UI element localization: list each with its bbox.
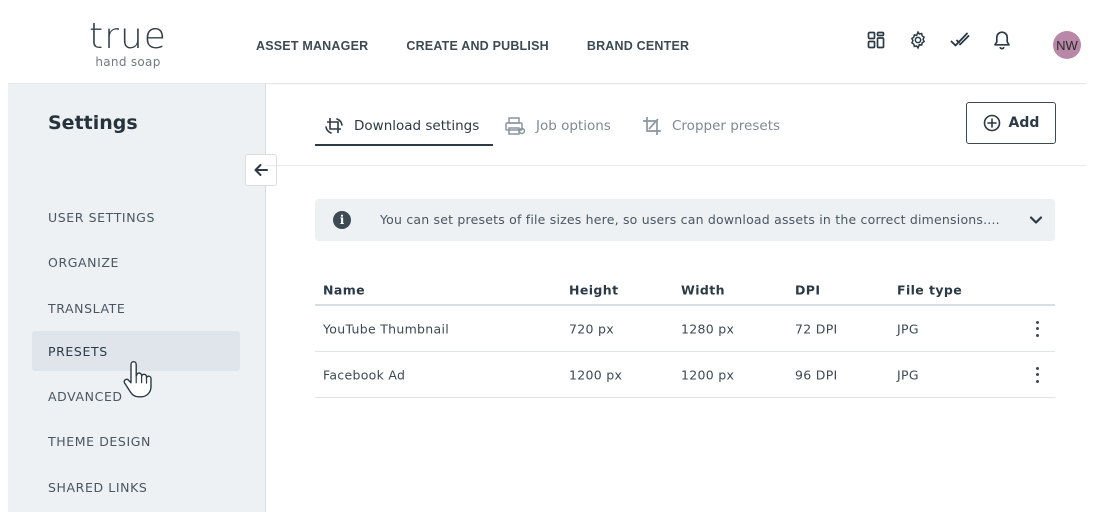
tab-cropper-presets[interactable]: Cropper presets: [642, 116, 780, 136]
sidebar-item-presets[interactable]: PRESETS: [32, 331, 240, 371]
add-button[interactable]: Add: [966, 102, 1056, 144]
brand-logo[interactable]: true hand soap: [80, 16, 176, 70]
cell-file-type: JPG: [897, 321, 919, 336]
double-check-icon[interactable]: [950, 30, 970, 50]
cell-width: 1200 px: [681, 367, 735, 382]
info-icon: i: [333, 211, 351, 229]
settings-sidebar: Settings USER SETTINGS ORGANIZE TRANSLAT…: [8, 84, 266, 512]
sidebar-item-label: THEME DESIGN: [48, 433, 151, 449]
sidebar-item-theme-design[interactable]: THEME DESIGN: [32, 421, 240, 461]
column-header-width[interactable]: Width: [681, 283, 725, 298]
apps-grid-icon[interactable]: [866, 30, 886, 50]
printer-settings-icon: [505, 117, 526, 135]
nav-brand-center[interactable]: BRAND CENTER: [587, 39, 689, 53]
crop-icon: [643, 117, 661, 135]
sidebar-item-label: USER SETTINGS: [48, 209, 155, 225]
table-header: Name Height Width DPI File type: [315, 270, 1055, 306]
bell-icon[interactable]: [992, 30, 1012, 50]
cell-name: Facebook Ad: [323, 367, 406, 382]
tab-label: Download settings: [354, 118, 480, 134]
cell-height: 720 px: [569, 321, 614, 336]
sidebar-title: Settings: [48, 112, 138, 134]
cell-dpi: 72 DPI: [795, 321, 838, 336]
expand-info-button[interactable]: [1029, 212, 1043, 231]
top-icon-group: [866, 30, 1012, 50]
chevron-down-icon: [1029, 216, 1043, 224]
column-header-height[interactable]: Height: [569, 283, 618, 298]
sidebar-item-label: ADVANCED: [48, 388, 123, 404]
top-navigation: ASSET MANAGER CREATE AND PUBLISH BRAND C…: [256, 39, 689, 53]
presets-table: Name Height Width DPI File type YouTube …: [315, 270, 1055, 398]
top-bar: true hand soap ASSET MANAGER CREATE AND …: [8, 8, 1086, 84]
tab-label: Cropper presets: [672, 118, 781, 134]
sidebar-item-user-settings[interactable]: USER SETTINGS: [32, 197, 240, 237]
info-banner: i You can set presets of file sizes here…: [315, 199, 1055, 241]
user-avatar[interactable]: NW: [1053, 31, 1081, 59]
settings-tab-bar: Download settings Job options Cropper pr…: [266, 84, 1086, 166]
add-button-label: Add: [1008, 115, 1040, 131]
sidebar-item-advanced[interactable]: ADVANCED: [32, 376, 240, 416]
column-header-name[interactable]: Name: [323, 283, 365, 298]
sidebar-item-translate[interactable]: TRANSLATE: [32, 288, 240, 328]
cell-file-type: JPG: [897, 367, 919, 382]
active-tab-indicator: [315, 144, 493, 146]
tab-download-settings[interactable]: Download settings: [324, 116, 479, 136]
table-row[interactable]: YouTube Thumbnail 720 px 1280 px 72 DPI …: [315, 306, 1055, 352]
column-header-dpi[interactable]: DPI: [795, 283, 820, 298]
nav-asset-manager[interactable]: ASSET MANAGER: [256, 39, 368, 53]
tab-job-options[interactable]: Job options: [504, 116, 611, 136]
sidebar-item-label: PRESETS: [48, 343, 108, 359]
nav-create-and-publish[interactable]: CREATE AND PUBLISH: [406, 39, 549, 53]
tab-label: Job options: [536, 118, 611, 134]
cell-name: YouTube Thumbnail: [323, 321, 450, 336]
sidebar-item-label: ORGANIZE: [48, 254, 120, 270]
sidebar-item-organize[interactable]: ORGANIZE: [32, 242, 240, 282]
logo-wordmark: true: [89, 16, 167, 57]
row-menu-icon[interactable]: [1031, 319, 1043, 339]
logo-subtitle: hand soap: [95, 55, 161, 69]
table-row[interactable]: Facebook Ad 1200 px 1200 px 96 DPI JPG: [315, 352, 1055, 398]
sidebar-item-shared-links[interactable]: SHARED LINKS: [32, 467, 240, 507]
cell-height: 1200 px: [569, 367, 623, 382]
cell-width: 1280 px: [681, 321, 735, 336]
info-text: You can set presets of file sizes here, …: [380, 212, 1000, 227]
sidebar-item-label: SHARED LINKS: [48, 479, 148, 495]
cell-dpi: 96 DPI: [795, 367, 838, 382]
gear-icon[interactable]: [908, 30, 928, 50]
sidebar-item-label: TRANSLATE: [48, 300, 126, 316]
column-header-file-type[interactable]: File type: [897, 283, 962, 298]
crop-rotate-icon: [325, 118, 343, 134]
row-menu-icon[interactable]: [1031, 365, 1043, 385]
plus-circle-icon: [983, 114, 1000, 132]
